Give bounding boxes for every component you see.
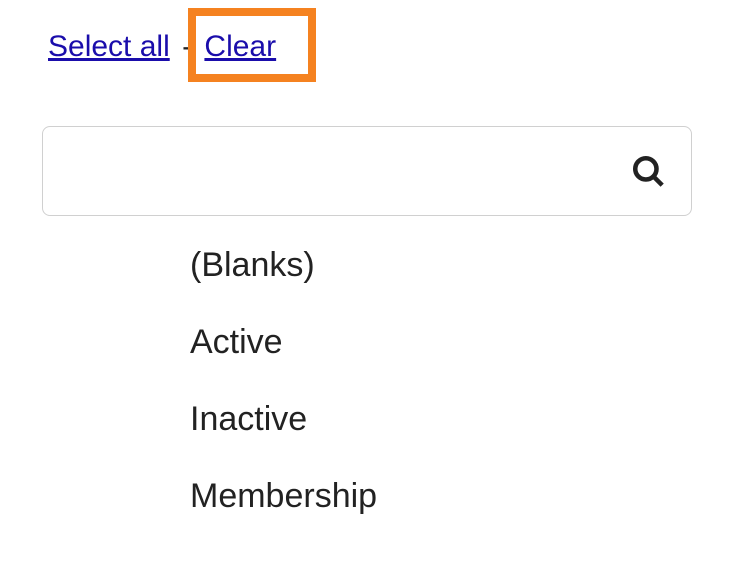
filter-values-list: (Blanks) Active Inactive Membership — [190, 246, 377, 554]
link-separator: - — [178, 30, 196, 63]
search-field-container[interactable] — [42, 126, 692, 216]
filter-item-active[interactable]: Active — [190, 323, 377, 362]
select-all-link[interactable]: Select all — [48, 30, 170, 63]
filter-item-blanks[interactable]: (Blanks) — [190, 246, 377, 285]
search-input[interactable] — [63, 155, 631, 187]
filter-link-row: Select all - Clear — [48, 30, 276, 64]
filter-item-membership[interactable]: Membership — [190, 477, 377, 516]
filter-item-inactive[interactable]: Inactive — [190, 400, 377, 439]
search-icon[interactable] — [631, 154, 665, 188]
clear-link[interactable]: Clear — [204, 30, 276, 63]
